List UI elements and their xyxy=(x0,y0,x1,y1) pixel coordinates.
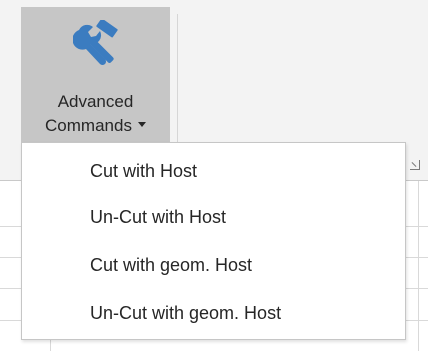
tools-icon xyxy=(73,20,118,66)
dropdown-caret-icon xyxy=(137,122,146,128)
menu-item-cut-with-geom-host[interactable]: Cut with geom. Host xyxy=(22,242,405,288)
grid-col-line xyxy=(418,181,419,351)
dialog-launcher-icon[interactable] xyxy=(410,160,420,170)
menu-item-uncut-with-host[interactable]: Un-Cut with Host xyxy=(22,194,405,240)
commands-label: Commands xyxy=(21,116,170,136)
advanced-label: Advanced xyxy=(57,92,134,111)
advanced-commands-menu: Cut with Host Un-Cut with Host Cut with … xyxy=(21,142,406,340)
menu-item-cut-with-host[interactable]: Cut with Host xyxy=(22,148,405,194)
menu-item-uncut-with-geom-host[interactable]: Un-Cut with geom. Host xyxy=(22,290,405,336)
